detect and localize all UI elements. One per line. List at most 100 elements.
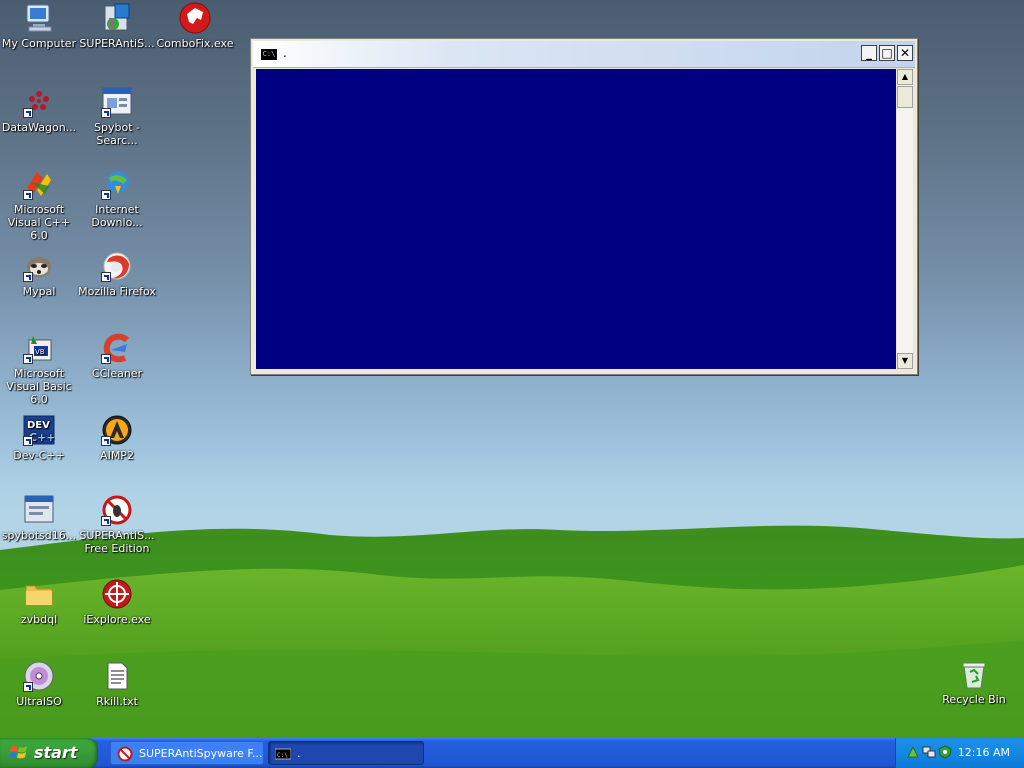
svg-text:C:\: C:\ xyxy=(277,752,288,759)
ultraiso-icon xyxy=(23,660,55,692)
spybot-icon xyxy=(101,86,133,118)
desktop-icon-label: Recycle Bin xyxy=(942,693,1006,706)
shortcut-arrow-icon xyxy=(101,272,111,282)
shortcut-arrow-icon xyxy=(23,682,33,692)
ccleaner-icon xyxy=(101,332,133,364)
desktop-icon-ccleaner[interactable]: CCleaner xyxy=(78,332,156,380)
security-alert-icon[interactable] xyxy=(938,745,952,759)
scroll-thumb[interactable] xyxy=(897,86,913,108)
network-icon[interactable] xyxy=(922,745,936,759)
superantispyware-icon xyxy=(101,494,133,526)
desktop-icon-label: Mypal xyxy=(22,285,56,298)
desktop-icon-label: Dev-C++ xyxy=(13,449,65,462)
shortcut-arrow-icon xyxy=(23,436,33,446)
desktop-icon-dev-cpp[interactable]: DEV C++ Dev-C++ xyxy=(0,414,78,462)
shortcut-arrow-icon xyxy=(23,354,33,364)
system-tray: 12:16 AM xyxy=(895,738,1024,768)
internet-download-manager-icon xyxy=(101,168,133,200)
desktop-icon-combofix[interactable]: ComboFix.exe xyxy=(156,2,234,50)
taskbar-button-label: SUPERAntiSpyware F... xyxy=(139,747,263,760)
shortcut-arrow-icon xyxy=(101,516,111,526)
console-icon: C:\ xyxy=(275,748,291,760)
datawagon-icon xyxy=(23,86,55,118)
scroll-down-button[interactable]: ▼ xyxy=(897,353,913,369)
desktop-icon-label: zvbdql xyxy=(20,613,58,626)
desktop-icon-label: iExplore.exe xyxy=(83,613,151,626)
svg-text:DEV: DEV xyxy=(27,420,50,431)
firefox-icon xyxy=(101,250,133,282)
minimize-button[interactable]: _ xyxy=(861,45,877,61)
desktop-icon-label: UltraISO xyxy=(16,695,62,708)
desktop-icon-label: Microsoft Visual C++ 6.0 xyxy=(7,203,71,242)
start-label: start xyxy=(34,743,78,762)
console-title-bar[interactable]: C:\ . _ □ ✕ xyxy=(253,41,915,68)
desktop-icon-spybot[interactable]: Spybot - Searc... xyxy=(78,86,156,147)
scroll-up-button[interactable]: ▲ xyxy=(897,69,913,85)
desktop-icon-label: spybotsd16... xyxy=(1,529,77,542)
desktop-icon-label: Mozilla Firefox xyxy=(78,285,156,298)
visual-cpp-icon xyxy=(23,168,55,200)
my-computer-icon xyxy=(23,2,55,34)
desktop-icon-label: CCleaner xyxy=(91,367,143,380)
desktop-icon-label: Internet Downlo... xyxy=(91,203,143,229)
desktop-icon-label: My Computer xyxy=(1,37,77,50)
taskbar-button-console[interactable]: C:\ . xyxy=(268,741,424,765)
desktop-icon-datawagon[interactable]: DataWagon... xyxy=(0,86,78,134)
iexplore-icon xyxy=(101,578,133,610)
desktop-icon-spybotsd[interactable]: spybotsd16... xyxy=(0,494,78,542)
shortcut-arrow-icon xyxy=(23,190,33,200)
desktop-icon-aimp2[interactable]: AIMP2 xyxy=(78,414,156,462)
desktop-icon-rkill-txt[interactable]: Rkill.txt xyxy=(78,660,156,708)
aimp2-icon xyxy=(101,414,133,446)
desktop-icon-label: ComboFix.exe xyxy=(156,37,234,50)
shortcut-arrow-icon xyxy=(101,354,111,364)
svg-text:VB: VB xyxy=(35,348,45,356)
desktop-icon-label: AIMP2 xyxy=(100,449,134,462)
combofix-icon xyxy=(179,2,211,34)
safely-remove-hardware-icon[interactable] xyxy=(906,745,920,759)
system-clock[interactable]: 12:16 AM xyxy=(958,746,1010,759)
desktop-icon-superantispyware-installer[interactable]: SUPERAntiS... xyxy=(78,2,156,50)
spybot-installer-icon xyxy=(23,494,55,526)
superantispyware-icon xyxy=(117,746,133,762)
taskbar: start SUPERAntiSpyware F... C:\ . 12:16 … xyxy=(0,738,1024,768)
desktop-icon-iexplore[interactable]: iExplore.exe xyxy=(78,578,156,626)
desktop-icon-label: Microsoft Visual Basic 6.0 xyxy=(6,367,72,406)
console-output-area[interactable] xyxy=(256,69,896,369)
recycle-bin-icon xyxy=(958,658,990,690)
dev-cpp-icon: DEV C++ xyxy=(23,414,56,446)
console-title: . xyxy=(283,46,287,60)
maximize-button[interactable]: □ xyxy=(879,45,895,61)
desktop-icon-ultraiso[interactable]: UltraISO xyxy=(0,660,78,708)
console-window[interactable]: C:\ . _ □ ✕ ▲ ▼ xyxy=(250,38,918,375)
text-file-icon xyxy=(101,660,133,692)
visual-basic-icon: VB xyxy=(23,332,55,364)
desktop-icon-my-computer[interactable]: My Computer xyxy=(0,2,78,50)
desktop-icon-label: SUPERAntiS... xyxy=(79,37,155,50)
shortcut-arrow-icon xyxy=(23,272,33,282)
start-button[interactable]: start xyxy=(0,738,98,768)
desktop-icon-mypal[interactable]: Mypal xyxy=(0,250,78,298)
console-vertical-scrollbar[interactable]: ▲ ▼ xyxy=(897,69,913,369)
desktop-icon-recycle-bin[interactable]: Recycle Bin xyxy=(935,658,1013,706)
superantispyware-installer-icon xyxy=(101,2,133,34)
desktop-icon-visual-basic[interactable]: VB Microsoft Visual Basic 6.0 xyxy=(0,332,78,406)
taskbar-button-label: . xyxy=(297,747,301,760)
desktop-icon-zvbdql[interactable]: zvbdql xyxy=(0,578,78,626)
taskbar-button-superantispyware[interactable]: SUPERAntiSpyware F... xyxy=(110,741,264,765)
desktop: My Computer DataWagon... Microsoft Visua… xyxy=(0,0,1024,738)
shortcut-arrow-icon xyxy=(101,108,111,118)
desktop-icon-superantispyware[interactable]: SUPERAntiS... Free Edition xyxy=(78,494,156,555)
shortcut-arrow-icon xyxy=(23,108,33,118)
desktop-icon-label: SUPERAntiS... Free Edition xyxy=(79,529,155,555)
close-button[interactable]: ✕ xyxy=(897,45,913,61)
desktop-icon-internet-download-manager[interactable]: Internet Downlo... xyxy=(78,168,156,229)
desktop-icon-label: Spybot - Searc... xyxy=(94,121,140,147)
folder-icon xyxy=(23,578,55,610)
console-icon: C:\ xyxy=(261,49,277,60)
desktop-icon-visual-cpp[interactable]: Microsoft Visual C++ 6.0 xyxy=(0,168,78,242)
desktop-icon-firefox[interactable]: Mozilla Firefox xyxy=(78,250,156,298)
shortcut-arrow-icon xyxy=(101,190,111,200)
shortcut-arrow-icon xyxy=(101,436,111,446)
mypal-icon xyxy=(23,250,55,282)
